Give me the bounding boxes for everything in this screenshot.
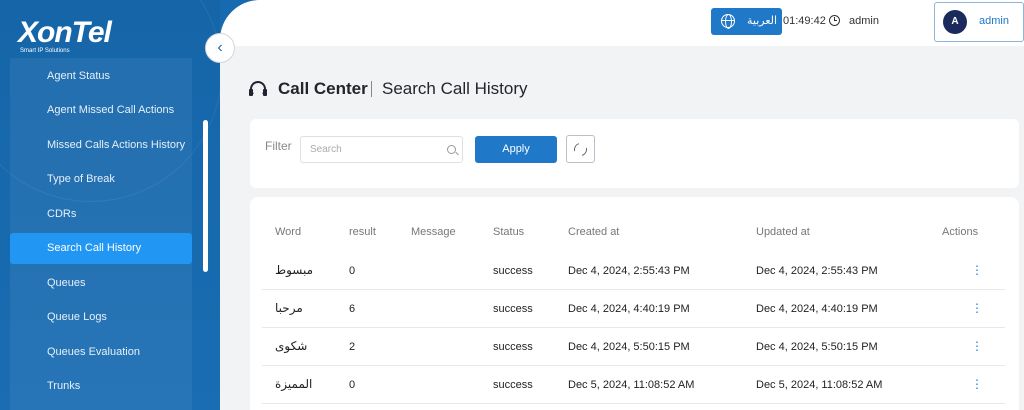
sidebar-menu: Agent Status Agent Missed Call Actions M… xyxy=(10,58,192,410)
top-header: العربية 01:49:42 admin A admin xyxy=(220,0,1024,46)
logo: XonTel Smart IP Solutions xyxy=(18,18,128,58)
refresh-icon xyxy=(571,140,590,159)
globe-icon xyxy=(721,14,735,29)
cell-result: 6 xyxy=(349,303,356,315)
column-header-message: Message xyxy=(411,226,456,238)
sidebar-item-cdrs[interactable]: CDRs xyxy=(10,199,192,230)
sidebar-item-queues-evaluation[interactable]: Queues Evaluation xyxy=(10,337,192,368)
column-header-created-at: Created at xyxy=(568,226,620,238)
cell-created-at: Dec 4, 2024, 2:55:43 PM xyxy=(568,265,690,277)
more-actions-icon[interactable] xyxy=(968,338,983,354)
language-button[interactable]: العربية xyxy=(711,8,782,35)
cell-word: مبسوط xyxy=(275,263,314,277)
cell-updated-at: Dec 4, 2024, 2:55:43 PM xyxy=(756,265,878,277)
table-row: شكوى 2 success Dec 4, 2024, 5:50:15 PM D… xyxy=(262,328,1005,366)
clock-time: 01:49:42 xyxy=(783,15,826,27)
cell-status: success xyxy=(493,265,533,277)
more-actions-icon[interactable] xyxy=(968,376,983,392)
results-table: Word result Message Status Created at Up… xyxy=(250,197,1019,410)
more-actions-icon[interactable] xyxy=(968,300,983,316)
sidebar-item-trunks[interactable]: Trunks xyxy=(10,371,192,402)
filter-card: Filter Apply xyxy=(250,119,1019,188)
sidebar-item-queues[interactable]: Queues xyxy=(10,268,192,299)
headset-icon xyxy=(249,81,267,97)
sidebar-item-agent-missed-call-actions[interactable]: Agent Missed Call Actions xyxy=(10,95,192,126)
column-header-word: Word xyxy=(275,226,302,238)
column-header-result: result xyxy=(349,226,376,238)
sidebar-scrollbar[interactable] xyxy=(203,120,208,272)
refresh-button[interactable] xyxy=(566,135,595,163)
cell-result: 0 xyxy=(349,379,356,391)
column-header-updated-at: Updated at xyxy=(756,226,810,238)
cell-word: شكوى xyxy=(275,339,308,353)
cell-result: 2 xyxy=(349,341,356,353)
cell-updated-at: Dec 4, 2024, 4:40:19 PM xyxy=(756,303,878,315)
cell-status: success xyxy=(493,303,533,315)
cell-updated-at: Dec 5, 2024, 11:08:52 AM xyxy=(756,379,883,391)
search-box xyxy=(300,136,463,163)
cell-word: مرحبا xyxy=(275,301,303,315)
main-content: العربية 01:49:42 admin A admin Call Cent… xyxy=(220,0,1024,410)
logo-tagline: Smart IP Solutions xyxy=(20,48,70,54)
table-row: المميزة 0 success Dec 5, 2024, 11:08:52 … xyxy=(262,366,1005,404)
cell-word: المميزة xyxy=(275,377,313,391)
table-row: مرحبا 6 success Dec 4, 2024, 4:40:19 PM … xyxy=(262,290,1005,328)
header-username: admin xyxy=(849,15,879,27)
cell-created-at: Dec 4, 2024, 4:40:19 PM xyxy=(568,303,690,315)
user-profile-button[interactable]: A admin xyxy=(934,2,1024,42)
language-label: العربية xyxy=(747,15,778,27)
sidebar-collapse-button[interactable]: ‹ xyxy=(205,33,235,63)
logo-text: XonTel xyxy=(18,16,112,49)
cell-updated-at: Dec 4, 2024, 5:50:15 PM xyxy=(756,341,878,353)
column-header-actions: Actions xyxy=(942,226,979,238)
chevron-left-icon: ‹ xyxy=(217,39,223,56)
apply-button[interactable]: Apply xyxy=(475,136,557,163)
cell-created-at: Dec 5, 2024, 11:08:52 AM xyxy=(568,379,695,391)
sidebar-item-missed-calls-actions-history[interactable]: Missed Calls Actions History xyxy=(10,130,192,161)
sidebar-item-agent-status[interactable]: Agent Status xyxy=(10,61,192,92)
sidebar: XonTel Smart IP Solutions Agent Status A… xyxy=(0,0,220,410)
page-subtitle: Search Call History xyxy=(382,79,528,98)
search-input[interactable] xyxy=(301,137,431,162)
search-icon[interactable] xyxy=(447,145,456,154)
cell-created-at: Dec 4, 2024, 5:50:15 PM xyxy=(568,341,690,353)
title-divider xyxy=(371,81,372,97)
page-title: Call Center xyxy=(278,79,368,98)
column-header-status: Status xyxy=(493,226,525,238)
clock-icon xyxy=(829,15,840,26)
sidebar-item-search-call-history[interactable]: Search Call History xyxy=(10,233,192,264)
sidebar-item-queue-logs[interactable]: Queue Logs xyxy=(10,302,192,333)
table-row: مبسوط 0 success Dec 4, 2024, 2:55:43 PM … xyxy=(262,252,1005,290)
cell-status: success xyxy=(493,379,533,391)
profile-name: admin xyxy=(979,15,1009,27)
sidebar-item-type-of-break[interactable]: Type of Break xyxy=(10,164,192,195)
cell-result: 0 xyxy=(349,265,356,277)
cell-status: success xyxy=(493,341,533,353)
more-actions-icon[interactable] xyxy=(968,262,983,278)
filter-label: Filter xyxy=(265,139,292,153)
avatar: A xyxy=(943,10,967,34)
